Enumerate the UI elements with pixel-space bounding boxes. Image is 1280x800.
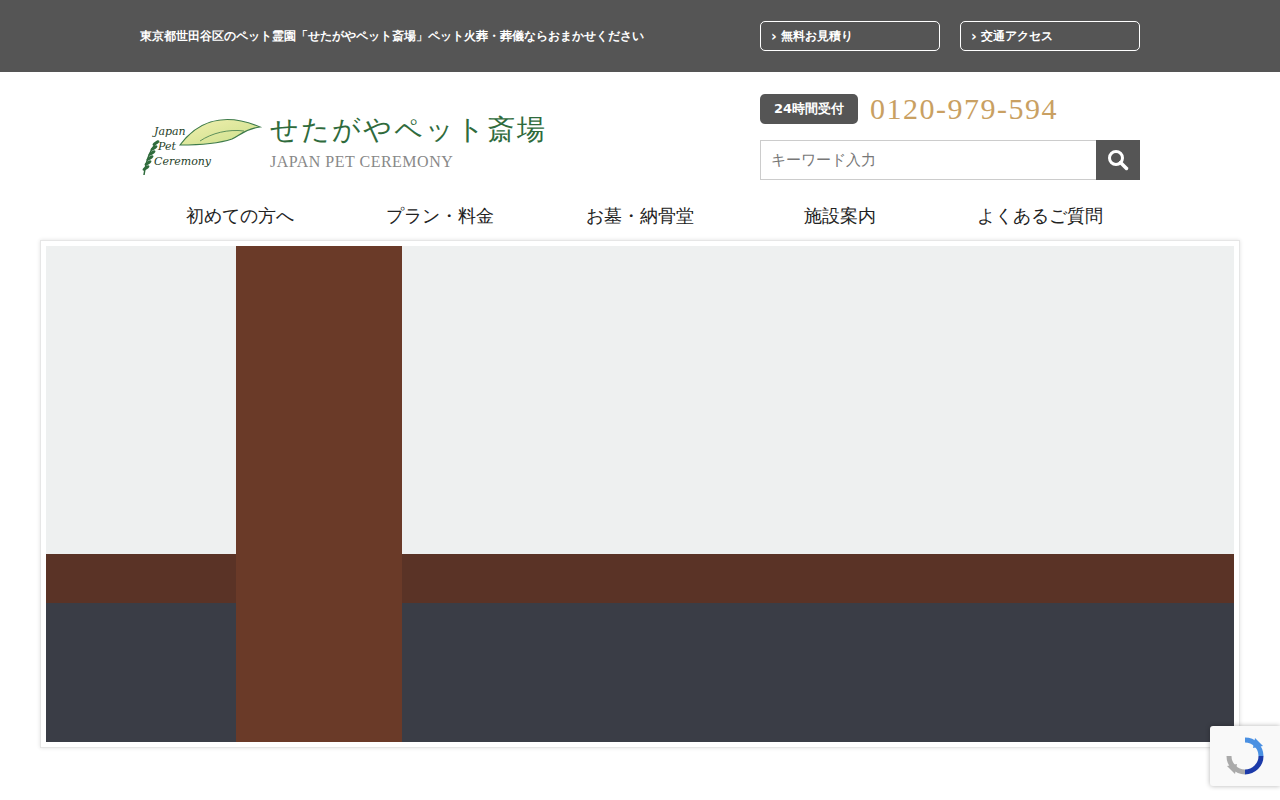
wing-emblem-icon: Japan Pet Ceremony bbox=[140, 105, 264, 177]
magnifier-icon bbox=[1107, 149, 1129, 171]
arrow-icon: › bbox=[971, 28, 977, 44]
search bbox=[760, 140, 1140, 180]
main-nav: 初めての方へプラン・料金お墓・納骨堂施設案内よくあるご質問 bbox=[140, 180, 1140, 240]
logo-title: せたがやペット斎場 bbox=[270, 111, 547, 149]
page: 東京都世田谷区のペット霊園「せたがやペット斎場」ペット火葬・葬儀ならおまかせくだ… bbox=[0, 0, 1280, 800]
logo-subtitle: JAPAN PET CEREMONY bbox=[270, 153, 547, 171]
top-bar: 東京都世田谷区のペット霊園「せたがやペット斎場」ペット火葬・葬儀ならおまかせくだ… bbox=[0, 0, 1280, 72]
nav-item[interactable]: よくあるご質問 bbox=[940, 204, 1140, 228]
logo[interactable]: Japan Pet Ceremony せたがやペット斎場 JAPAN PET CEREM… bbox=[140, 102, 547, 180]
emblem-text: Ceremony bbox=[154, 155, 212, 168]
top-link-button[interactable]: ›無料お見積り bbox=[760, 21, 940, 51]
hours-badge: 24時間受付 bbox=[760, 94, 858, 124]
phone-number[interactable]: 0120-979-594 bbox=[870, 92, 1058, 126]
recaptcha-icon bbox=[1225, 736, 1265, 776]
arrow-icon: › bbox=[771, 28, 777, 44]
hero bbox=[40, 240, 1240, 748]
hero-photo bbox=[46, 246, 1234, 742]
tagline: 東京都世田谷区のペット霊園「せたがやペット斎場」ペット火葬・葬儀ならおまかせくだ… bbox=[140, 29, 644, 44]
recaptcha-badge[interactable] bbox=[1210, 726, 1280, 786]
search-input[interactable] bbox=[760, 140, 1096, 180]
nav-item[interactable]: お墓・納骨堂 bbox=[540, 204, 740, 228]
top-link-button[interactable]: ›交通アクセス bbox=[960, 21, 1140, 51]
nav-item[interactable]: 施設案内 bbox=[740, 204, 940, 228]
header: Japan Pet Ceremony せたがやペット斎場 JAPAN PET CEREM… bbox=[140, 72, 1140, 180]
nav-item[interactable]: プラン・料金 bbox=[340, 204, 540, 228]
search-button[interactable] bbox=[1096, 140, 1140, 180]
contact: 24時間受付 0120-979-594 bbox=[760, 92, 1140, 126]
emblem-text: Pet bbox=[157, 140, 176, 153]
nav-item[interactable]: 初めての方へ bbox=[140, 204, 340, 228]
emblem-text: Japan bbox=[152, 125, 186, 138]
